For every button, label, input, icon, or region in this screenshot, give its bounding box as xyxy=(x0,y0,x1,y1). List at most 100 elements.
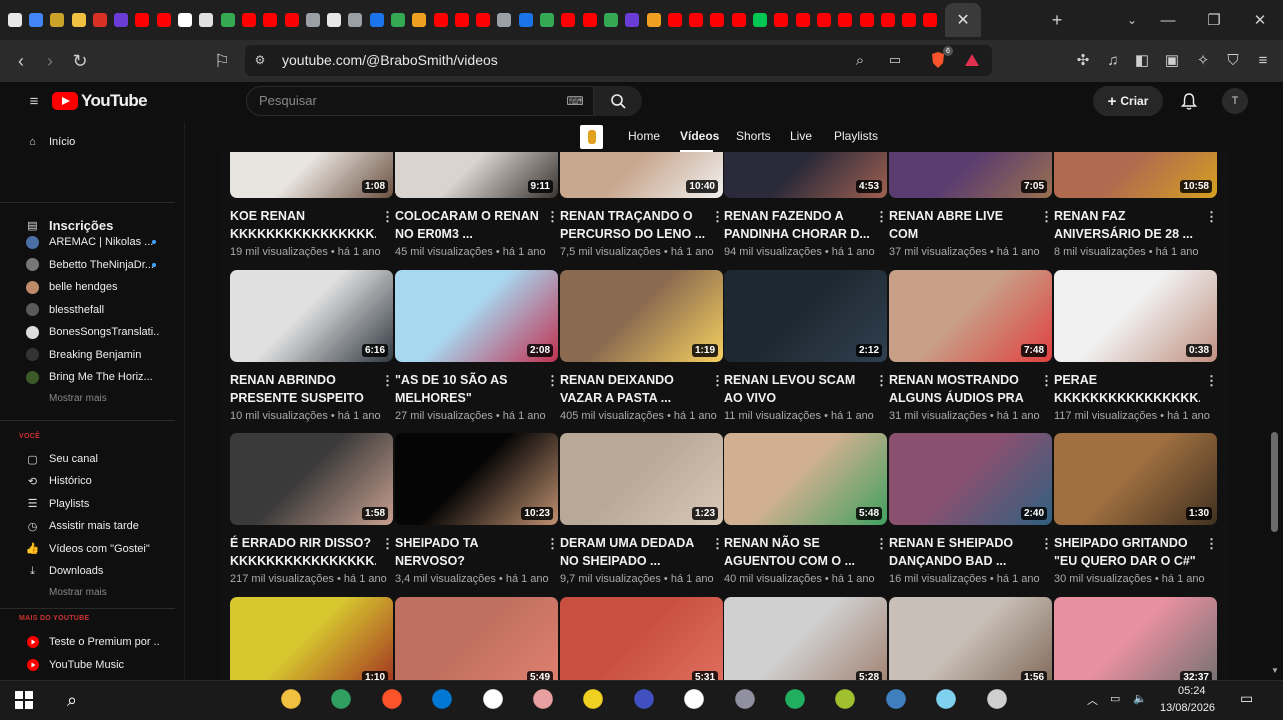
browser-tab[interactable] xyxy=(89,0,110,40)
video-title[interactable]: RENAN ABRINDO PRESENTE SUSPEITO ... xyxy=(230,371,376,407)
browser-tab[interactable] xyxy=(622,0,643,40)
tray-chevron-icon[interactable]: ︿ xyxy=(1087,692,1098,708)
menu-icon[interactable]: ≡ xyxy=(1253,50,1273,70)
more-options-icon[interactable]: ⋮ xyxy=(875,210,888,223)
extensions-icon[interactable]: ✣ xyxy=(1073,50,1093,70)
browser-tab[interactable] xyxy=(749,0,770,40)
sidebar-item-you[interactable]: ▢ Seu canal xyxy=(0,448,184,470)
browser-tab[interactable] xyxy=(771,0,792,40)
channel-avatar-icon[interactable] xyxy=(580,125,603,149)
video-thumbnail[interactable]: 5:28 xyxy=(724,597,887,680)
notification-center-icon[interactable]: ▭ xyxy=(1240,690,1253,707)
sidebar-item-home[interactable]: ⌂ Início xyxy=(0,131,184,153)
browser-tab[interactable] xyxy=(451,0,472,40)
scrollbar-thumb[interactable] xyxy=(1271,432,1278,532)
video-title[interactable]: RENAN FAZENDO A PANDINHA CHORAR D... xyxy=(724,207,870,243)
tray-time[interactable]: 05:24 xyxy=(1178,685,1206,697)
browser-tab[interactable] xyxy=(110,0,131,40)
video-title[interactable]: RENAN FAZ ANIVERSÁRIO DE 28 ... xyxy=(1054,207,1200,243)
sidebar-item-subscription[interactable]: BonesSongsTranslati... xyxy=(0,321,184,343)
browser-tab[interactable] xyxy=(473,0,494,40)
url-text[interactable]: youtube.com/@BraboSmith/videos xyxy=(282,52,498,68)
taskbar-app-icon[interactable] xyxy=(783,687,807,711)
avatar[interactable]: T xyxy=(1222,88,1248,114)
browser-tab[interactable] xyxy=(196,0,217,40)
video-thumbnail[interactable]: 1:58 xyxy=(230,433,393,525)
video-title[interactable]: COLOCARAM O RENAN NO ER0M3 ... xyxy=(395,207,541,243)
browser-tab[interactable] xyxy=(558,0,579,40)
video-title[interactable]: KOE RENAN KKKKKKKKKKKKKKKK... xyxy=(230,207,376,243)
more-options-icon[interactable]: ⋮ xyxy=(1205,210,1218,223)
browser-tab[interactable] xyxy=(898,0,919,40)
video-title[interactable]: RENAN MOSTRANDO ALGUNS ÁUDIOS PRA ... xyxy=(889,371,1035,407)
video-title[interactable]: RENAN TRAÇANDO O PERCURSO DO LENO ... xyxy=(560,207,706,243)
video-thumbnail[interactable]: 2:08 xyxy=(395,270,558,362)
taskbar-app-icon[interactable] xyxy=(682,687,707,711)
video-thumbnail[interactable]: 1:23 xyxy=(560,433,723,525)
taskbar-app-icon[interactable] xyxy=(329,687,354,711)
browser-tab[interactable] xyxy=(515,0,536,40)
browser-tab[interactable] xyxy=(68,0,89,40)
browser-tab[interactable] xyxy=(345,0,366,40)
brave-rewards-icon[interactable] xyxy=(962,50,982,70)
taskbar-search-icon[interactable]: ⌕ xyxy=(60,688,84,712)
minimize-button[interactable]: — xyxy=(1145,0,1191,40)
browser-tab[interactable] xyxy=(409,0,430,40)
sidebar-item-subscription[interactable]: Bebetto TheNinjaDr... xyxy=(0,254,184,276)
scroll-down-arrow[interactable]: ▼ xyxy=(1271,666,1279,675)
video-thumbnail[interactable]: 4:53 xyxy=(724,152,887,198)
browser-tab[interactable] xyxy=(430,0,451,40)
video-title[interactable]: "AS DE 10 SÃO AS MELHORES" xyxy=(395,371,541,407)
video-thumbnail[interactable]: 10:23 xyxy=(395,433,558,525)
taskbar-app-icon[interactable] xyxy=(631,687,656,711)
browser-tab[interactable] xyxy=(643,0,664,40)
zoom-icon[interactable]: ⌕ xyxy=(850,50,870,70)
video-thumbnail[interactable]: 1:30 xyxy=(1054,433,1217,525)
wallet-icon[interactable]: ▣ xyxy=(1162,50,1182,70)
video-thumbnail[interactable]: 6:16 xyxy=(230,270,393,362)
browser-tab[interactable] xyxy=(174,0,195,40)
sidebar-item-you[interactable]: 👍 Vídeos com "Gostei" xyxy=(0,538,184,560)
more-options-icon[interactable]: ⋮ xyxy=(546,537,559,550)
sidebar-item-subscription[interactable]: Bring Me The Horiz... xyxy=(0,366,184,388)
browser-tab[interactable] xyxy=(813,0,834,40)
sidebar-item-you[interactable]: ⤓ Downloads xyxy=(0,560,184,582)
notifications-bell-icon[interactable] xyxy=(1178,90,1200,112)
sidebar-item-subscription[interactable]: Breaking Benjamin xyxy=(0,344,184,366)
browser-tab[interactable] xyxy=(579,0,600,40)
video-thumbnail[interactable]: 1:08 xyxy=(230,152,393,198)
more-options-icon[interactable]: ⋮ xyxy=(711,374,724,387)
video-thumbnail[interactable]: 2:40 xyxy=(889,433,1052,525)
channel-tab[interactable]: Playlists xyxy=(834,129,878,143)
browser-tab[interactable] xyxy=(835,0,856,40)
browser-tab[interactable] xyxy=(664,0,685,40)
channel-tab[interactable]: Home xyxy=(628,129,660,143)
taskbar-app-icon[interactable] xyxy=(379,687,404,711)
more-options-icon[interactable]: ⋮ xyxy=(1205,374,1218,387)
more-options-icon[interactable]: ⋮ xyxy=(1040,537,1053,550)
browser-tab[interactable] xyxy=(387,0,408,40)
browser-tab[interactable] xyxy=(4,0,25,40)
bookmark-icon[interactable]: ⚐ xyxy=(207,40,237,82)
create-button[interactable]: + Criar xyxy=(1093,86,1163,116)
more-options-icon[interactable]: ⋮ xyxy=(875,537,888,550)
taskbar-app-icon[interactable] xyxy=(984,687,1009,711)
browser-tab[interactable] xyxy=(856,0,877,40)
browser-tab[interactable] xyxy=(47,0,68,40)
search-button[interactable] xyxy=(594,86,642,116)
more-options-icon[interactable]: ⋮ xyxy=(546,374,559,387)
video-thumbnail[interactable]: 7:48 xyxy=(889,270,1052,362)
more-options-icon[interactable]: ⋮ xyxy=(711,210,724,223)
taskbar-app-icon[interactable] xyxy=(531,687,555,711)
browser-tab[interactable] xyxy=(281,0,302,40)
video-thumbnail[interactable]: 5:31 xyxy=(560,597,723,680)
video-thumbnail[interactable]: 5:48 xyxy=(724,433,887,525)
browser-tab[interactable] xyxy=(686,0,707,40)
show-more-subscriptions[interactable]: Mostrar mais xyxy=(49,393,107,404)
channel-tab[interactable]: Shorts xyxy=(736,129,771,143)
taskbar-app-icon[interactable] xyxy=(430,687,455,711)
taskbar-app-icon[interactable] xyxy=(732,687,757,711)
browser-tab[interactable] xyxy=(536,0,557,40)
channel-tab[interactable]: Vídeos xyxy=(680,129,719,143)
video-title[interactable]: RENAN DEIXANDO VAZAR A PASTA ... xyxy=(560,371,706,407)
